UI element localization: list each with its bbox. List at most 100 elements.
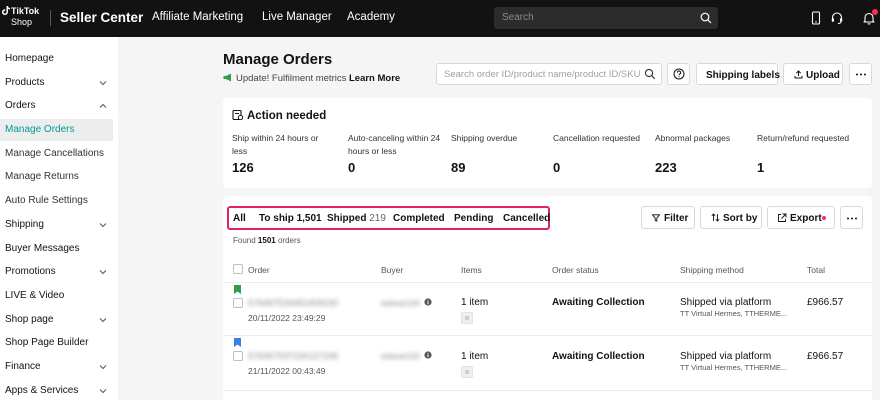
sidebar-item-label: LIVE & Video (5, 290, 65, 301)
tab-to-ship[interactable]: To ship 1,501 (259, 213, 322, 224)
stat-return-refund-requested[interactable]: Return/refund requested 1 (757, 132, 867, 175)
buyer-name[interactable]: edwuk100 (381, 351, 420, 361)
logo-text: TikTok (11, 6, 40, 16)
sidebar-item-label: Manage Orders (5, 124, 75, 135)
stat-ship-within-24h[interactable]: Ship within 24 hours or less 126 (232, 132, 332, 175)
sidebar-item-finance[interactable]: Finance (0, 356, 113, 378)
tab-completed[interactable]: Completed (393, 213, 445, 224)
sidebar-item-label: Shop Page Builder (5, 337, 89, 348)
search-icon[interactable] (644, 68, 656, 80)
column-header-buyer: Buyer (381, 265, 404, 275)
sidebar-item-buyer-messages[interactable]: Buyer Messages (0, 238, 113, 260)
sidebar-item-label: Auto Rule Settings (5, 195, 88, 206)
learn-more-link[interactable]: Learn More (349, 73, 400, 84)
nav-academy[interactable]: Academy (347, 11, 395, 23)
found-prefix: Found (233, 236, 256, 245)
clipboard-icon (232, 109, 243, 120)
megaphone-icon (223, 73, 231, 82)
product-thumbnail[interactable] (461, 366, 473, 378)
order-search-input[interactable]: Search order ID/product name/product ID/… (436, 63, 662, 85)
stat-shipping-overdue[interactable]: Shipping overdue 89 (451, 132, 551, 175)
stat-label: Return/refund requested (757, 133, 850, 143)
sidebar-item-shop-page[interactable]: Shop page (0, 309, 113, 331)
help-button[interactable] (667, 63, 690, 85)
row-checkbox[interactable] (233, 298, 243, 308)
tab-pending[interactable]: Pending (454, 213, 493, 224)
tab-shipped-count: 219 (369, 213, 386, 224)
stat-value: 1 (757, 160, 765, 175)
shipping-labels-button[interactable]: Shipping labels (696, 63, 780, 85)
sidebar-item-auto-rule-settings[interactable]: Auto Rule Settings (0, 190, 113, 212)
row-divider (223, 390, 872, 391)
nav-live-manager[interactable]: Live Manager (262, 11, 332, 23)
nav-affiliate-marketing[interactable]: Affiliate Marketing (152, 11, 243, 23)
bookmark-flag-icon[interactable] (234, 285, 241, 294)
filter-button[interactable]: Filter (641, 206, 695, 229)
update-banner: Update! Fulfilment metrics Learn More (223, 73, 400, 84)
stat-label: Shipping overdue (451, 133, 518, 143)
global-search-placeholder: Search (502, 12, 534, 23)
product-thumbnail[interactable] (461, 312, 473, 324)
tab-all[interactable]: All (233, 213, 246, 224)
stat-value: 89 (451, 160, 466, 175)
export-alert-dot (822, 216, 826, 220)
sidebar-item-shop-page-builder[interactable]: Shop Page Builder (0, 332, 113, 354)
sidebar-item-homepage[interactable]: Homepage (0, 48, 113, 70)
stat-value: 0 (553, 160, 561, 175)
order-date: 21/11/2022 00:43:49 (248, 366, 326, 376)
upload-label: Upload (806, 70, 840, 81)
sidebar-item-promotions[interactable]: Promotions (0, 261, 113, 283)
update-text: Update! Fulfilment metrics (236, 73, 347, 84)
sidebar-item-manage-orders[interactable]: Manage Orders (0, 119, 113, 141)
buyer-name[interactable]: edwuk100 (381, 298, 420, 308)
tiktok-shop-logo[interactable]: TikTok Shop (0, 3, 46, 35)
sidebar-item-manage-cancellations[interactable]: Manage Cancellations (0, 143, 113, 165)
sidebar-item-shipping[interactable]: Shipping (0, 214, 113, 236)
phone-icon[interactable] (809, 11, 823, 25)
sort-by-button[interactable]: Sort by (700, 206, 762, 229)
sidebar-item-live-video[interactable]: LIVE & Video (0, 285, 113, 307)
info-icon[interactable] (424, 351, 432, 359)
stat-abnormal-packages[interactable]: Abnormal packages 223 (655, 132, 755, 175)
sidebar-item-label: Apps & Services (5, 385, 79, 396)
sort-icon (711, 213, 720, 222)
order-date: 20/11/2022 23:49:29 (248, 313, 326, 323)
global-search-input[interactable]: Search (494, 7, 718, 29)
stat-auto-canceling[interactable]: Auto-canceling within 24 hours or less 0 (348, 132, 448, 175)
order-id-link[interactable]: 576467537226127246 (248, 351, 338, 361)
sidebar-item-label: Shop page (5, 314, 54, 325)
search-icon[interactable] (700, 12, 712, 24)
filter-label: Filter (664, 213, 689, 224)
tab-cancelled[interactable]: Cancelled (503, 213, 550, 224)
tab-shipped[interactable]: Shipped 219 (327, 213, 386, 224)
stat-label: Ship within 24 hours or less (232, 133, 319, 156)
sidebar-item-label: Promotions (5, 266, 56, 277)
more-actions-button[interactable] (849, 63, 872, 85)
upload-icon (794, 70, 803, 79)
upload-button[interactable]: Upload (783, 63, 843, 85)
table-more-button[interactable] (840, 206, 863, 229)
stat-cancellation-requested[interactable]: Cancellation requested 0 (553, 132, 653, 175)
sidebar-item-label: Manage Returns (5, 171, 79, 182)
stat-label: Cancellation requested (553, 133, 640, 143)
logo-divider (50, 10, 51, 26)
export-button[interactable]: Export (767, 206, 835, 229)
sidebar-item-label: Products (5, 77, 45, 88)
order-id-link[interactable]: 576467534452409230 (248, 298, 338, 308)
info-icon[interactable] (424, 298, 432, 306)
sidebar-item-manage-returns[interactable]: Manage Returns (0, 166, 113, 188)
more-dots-icon (856, 73, 866, 76)
sidebar-item-orders[interactable]: Orders (0, 95, 113, 117)
sidebar-item-apps-services[interactable]: Apps & Services (0, 380, 113, 400)
carrier-name: TT Virtual Hermes, TTHERME... (680, 363, 788, 372)
sidebar-item-label: Homepage (5, 53, 54, 64)
chevron-down-icon (99, 318, 107, 323)
select-all-checkbox[interactable] (233, 264, 243, 274)
app-title[interactable]: Seller Center (60, 10, 143, 25)
shipping-method: Shipped via platform (680, 351, 772, 362)
row-checkbox[interactable] (233, 351, 243, 361)
bookmark-flag-icon[interactable] (234, 338, 241, 347)
sidebar-item-products[interactable]: Products (0, 72, 113, 94)
headset-icon[interactable] (830, 11, 844, 25)
shipping-labels-label: Shipping labels (706, 70, 780, 81)
